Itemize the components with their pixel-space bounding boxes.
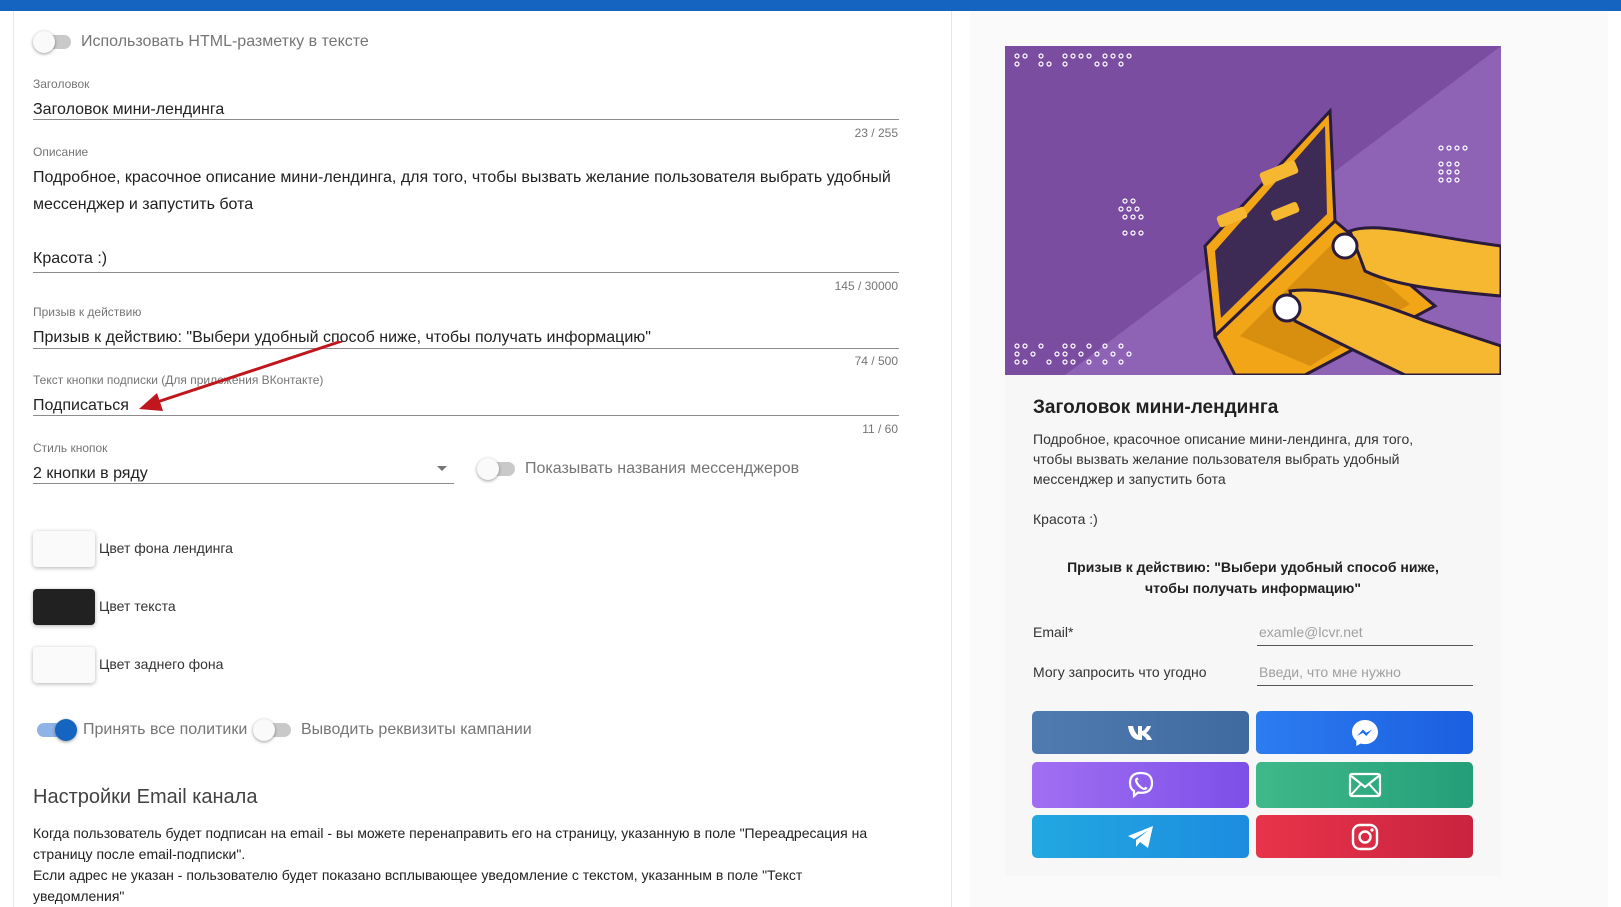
show-requisites-label: Выводить реквизиты кампании: [301, 721, 532, 738]
backdrop-color-swatch[interactable]: [33, 647, 95, 683]
title-field[interactable]: Заголовок Заголовок мини-лендинга: [33, 77, 899, 123]
show-messenger-names-label: Показывать названия мессенджеров: [525, 460, 800, 477]
viber-icon: [1128, 771, 1153, 799]
text-color-label: Цвет текста: [99, 598, 176, 614]
messenger-button[interactable]: [1256, 711, 1473, 754]
html-markup-toggle-label: Использовать HTML-разметку в тексте: [81, 33, 369, 50]
preview-request-input[interactable]: Введи, что мне нужно: [1257, 660, 1473, 686]
email-section-title: Настройки Email канала: [33, 786, 258, 808]
annotation-arrow-icon: [139, 341, 343, 411]
landing-settings-form: Использовать HTML-разметку в тексте Заго…: [13, 11, 952, 907]
button-style-label: Стиль кнопок: [33, 441, 108, 455]
preview-email-input[interactable]: examle@lcvr.net: [1257, 620, 1473, 646]
description-field[interactable]: Описание Подробное, красочное описание м…: [33, 145, 899, 273]
title-field-underline: [33, 119, 899, 120]
telegram-button[interactable]: [1032, 815, 1249, 858]
viber-button[interactable]: [1032, 762, 1249, 808]
instagram-icon: [1351, 823, 1378, 850]
preview-cta: Призыв к действию: "Выбери удобный спосо…: [1067, 559, 1439, 596]
preview-email-label: Email*: [1033, 624, 1074, 640]
description-counter: 145 / 30000: [834, 279, 898, 293]
description-field-underline: [33, 272, 899, 273]
page-edge: [1608, 11, 1621, 907]
description-line: мессенджер и запустить бота: [33, 196, 254, 213]
title-counter: 23 / 255: [854, 126, 898, 140]
button-style-select[interactable]: Стиль кнопок 2 кнопки в ряду: [33, 441, 454, 487]
toggle-track[interactable]: [33, 31, 71, 53]
text-color-swatch[interactable]: [33, 589, 95, 625]
preview-title: Заголовок мини-лендинга: [1033, 397, 1279, 418]
landing-banner-illustration: [1005, 46, 1501, 375]
toggle-knob[interactable]: [477, 458, 499, 480]
messenger-icon: [1351, 719, 1378, 746]
preview-description: Подробное, красочное описание мини-ленди…: [1033, 431, 1414, 487]
email-section-text: Когда пользователь будет подписан на ema…: [33, 823, 893, 907]
show-requisites-toggle[interactable]: Выводить реквизиты кампании: [253, 719, 532, 741]
toggle-knob[interactable]: [33, 31, 55, 53]
telegram-icon: [1127, 825, 1153, 848]
toggle-knob[interactable]: [253, 719, 275, 741]
description-field-value[interactable]: Подробное, красочное описание мини-ленди…: [33, 164, 899, 272]
cta-counter: 74 / 500: [854, 354, 898, 368]
email-icon: [1348, 772, 1381, 798]
description-line: Красота :): [33, 250, 108, 267]
toggle-knob[interactable]: [55, 719, 77, 741]
description-line: [33, 218, 899, 245]
landing-bg-color-label: Цвет фона лендинга: [99, 540, 233, 556]
cta-field-label: Призыв к действию: [33, 305, 142, 319]
preview-beauty-text: Красота :): [1033, 511, 1098, 527]
top-app-bar: [0, 0, 1621, 11]
accept-policies-toggle[interactable]: Принять все политики: [37, 719, 248, 741]
description-line: Подробное, красочное описание мини-ленди…: [33, 169, 891, 186]
instagram-button[interactable]: [1256, 815, 1473, 858]
html-markup-toggle[interactable]: Использовать HTML-разметку в тексте: [33, 31, 369, 53]
email-section-paragraph: Когда пользователь будет подписан на ema…: [33, 825, 868, 862]
title-field-label: Заголовок: [33, 77, 90, 91]
landing-bg-color-swatch[interactable]: [33, 531, 95, 567]
description-field-label: Описание: [33, 145, 89, 159]
button-style-underline: [33, 483, 454, 484]
vk-button[interactable]: [1032, 711, 1249, 754]
toggle-track[interactable]: [37, 719, 77, 741]
email-button[interactable]: [1256, 762, 1473, 808]
show-messenger-names-toggle[interactable]: Показывать названия мессенджеров: [477, 458, 800, 480]
preview-request-label: Могу запросить что угодно: [1033, 664, 1207, 680]
toggle-track[interactable]: [477, 458, 515, 480]
subscribe-counter: 11 / 60: [862, 422, 898, 436]
toggle-track[interactable]: [253, 719, 291, 741]
backdrop-color-label: Цвет заднего фона: [99, 656, 224, 672]
chevron-down-icon[interactable]: [437, 466, 447, 471]
email-section-paragraph: Если адрес не указан - пользователю буде…: [33, 867, 803, 904]
vk-icon: [1127, 725, 1152, 740]
accept-policies-label: Принять все политики: [83, 721, 248, 738]
